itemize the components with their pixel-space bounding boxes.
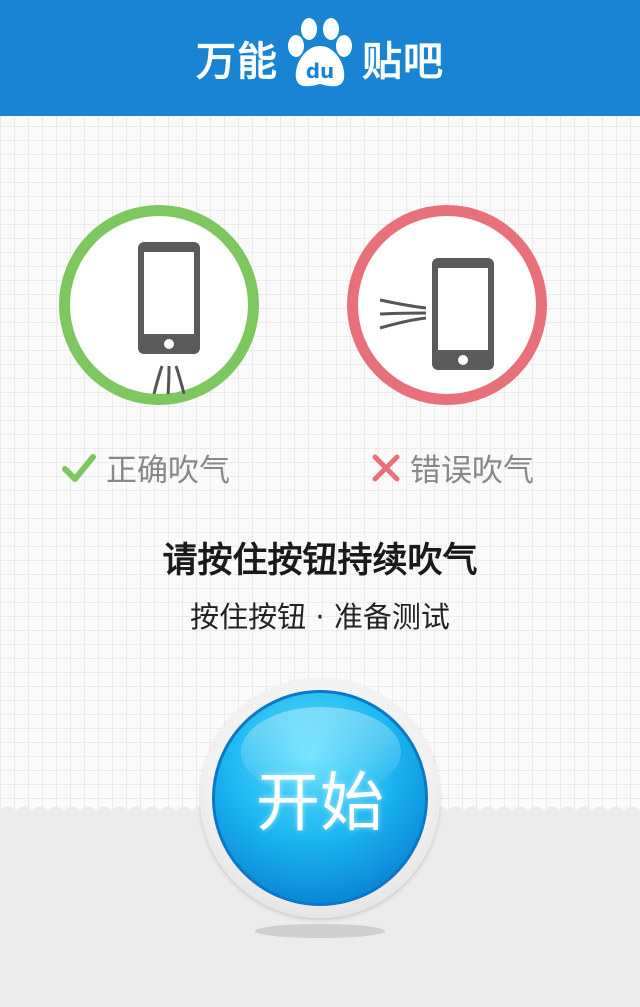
header-bar: 万能 du 贴吧 bbox=[0, 0, 640, 116]
instruction-subtitle: 按住按钮 · 准备测试 bbox=[190, 600, 450, 634]
wrong-caption-label: 错误吹气 bbox=[410, 453, 534, 489]
logo-text-left: 万能 bbox=[196, 39, 278, 85]
logo-text-right: 贴吧 bbox=[362, 39, 444, 85]
correct-example-circle bbox=[59, 205, 259, 405]
start-button-label: 开始 bbox=[256, 767, 384, 841]
phone-icon bbox=[379, 258, 494, 370]
cross-icon bbox=[372, 454, 400, 481]
correct-caption: 正确吹气 bbox=[62, 445, 230, 490]
wrong-example-circle bbox=[347, 205, 547, 405]
paw-logo-icon: du bbox=[288, 18, 352, 87]
button-shadow bbox=[255, 924, 385, 938]
phone-icon bbox=[138, 242, 200, 397]
app-logo: 万能 du 贴吧 bbox=[196, 18, 444, 96]
instruction-title: 请按住按钮持续吹气 bbox=[162, 541, 478, 581]
logo-badge-text: du bbox=[306, 59, 335, 83]
start-button[interactable]: 开始 bbox=[212, 690, 428, 906]
check-icon bbox=[62, 453, 96, 482]
wrong-caption: 错误吹气 bbox=[372, 445, 534, 490]
correct-caption-label: 正确吹气 bbox=[106, 453, 230, 489]
